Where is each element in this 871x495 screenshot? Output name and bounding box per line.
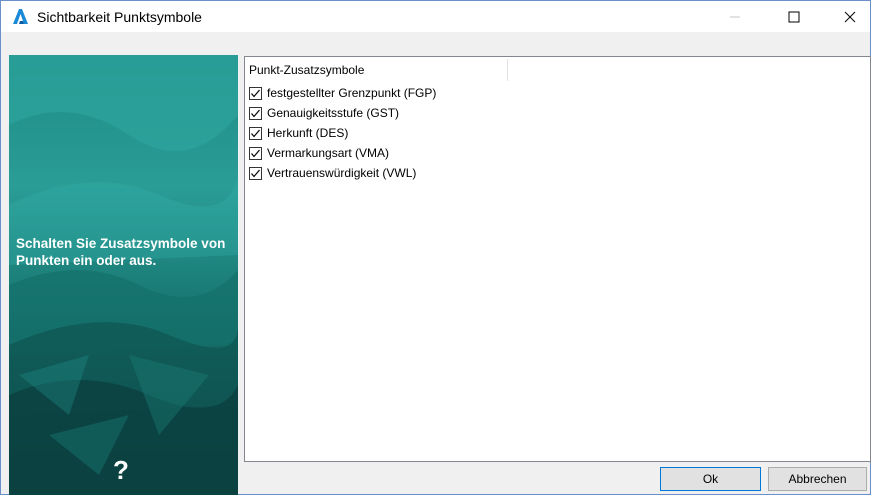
symbol-list: Punkt-Zusatzsymbole festgestellter Grenz… xyxy=(244,56,871,462)
checkbox-fgp[interactable] xyxy=(249,86,262,100)
checkmark-icon xyxy=(251,89,260,97)
minimize-button[interactable] xyxy=(712,1,758,32)
checkbox-vwl[interactable] xyxy=(249,166,262,180)
list-item[interactable]: Genauigkeitsstufe (GST) xyxy=(249,103,399,123)
side-description: Schalten Sie Zusatzsymbole von Punkten e… xyxy=(16,236,226,268)
dialog-content: Schalten Sie Zusatzsymbole von Punkten e… xyxy=(1,32,871,495)
list-item-label: Genauigkeitsstufe (GST) xyxy=(267,106,400,120)
list-item-label: Vertrauenswürdigkeit (VWL) xyxy=(267,166,417,180)
close-icon xyxy=(844,11,856,22)
checkmark-icon xyxy=(251,129,260,137)
ok-button[interactable]: Ok xyxy=(660,467,761,491)
list-item-label: Vermarkungsart (VMA) xyxy=(267,146,390,160)
column-divider[interactable] xyxy=(507,59,508,81)
maximize-button[interactable] xyxy=(771,1,817,32)
list-item[interactable]: festgestellter Grenzpunkt (FGP) xyxy=(249,83,436,103)
list-item[interactable]: Vermarkungsart (VMA) xyxy=(249,143,389,163)
checkmark-icon xyxy=(251,149,260,157)
close-button[interactable] xyxy=(827,1,871,32)
checkbox-vma[interactable] xyxy=(249,146,262,160)
checkbox-gst[interactable] xyxy=(249,106,262,120)
list-item[interactable]: Vertrauenswürdigkeit (VWL) xyxy=(249,163,416,183)
landscape-image xyxy=(9,55,238,495)
app-logo-icon xyxy=(11,8,29,26)
window-title: Sichtbarkeit Punktsymbole xyxy=(37,9,202,25)
dialog-window: Sichtbarkeit Punktsymbole Schalten Sie Z… xyxy=(0,0,871,495)
side-banner: Schalten Sie Zusatzsymbole von Punkten e… xyxy=(9,55,238,495)
help-icon[interactable]: ? xyxy=(113,455,129,486)
list-item-label: festgestellter Grenzpunkt (FGP) xyxy=(267,86,437,100)
checkbox-des[interactable] xyxy=(249,126,262,140)
list-item[interactable]: Herkunft (DES) xyxy=(249,123,348,143)
checkmark-icon xyxy=(251,109,260,117)
title-bar[interactable]: Sichtbarkeit Punktsymbole xyxy=(1,1,870,32)
minimize-icon xyxy=(730,16,740,17)
checkmark-icon xyxy=(251,169,260,177)
column-header[interactable]: Punkt-Zusatzsymbole xyxy=(249,63,364,81)
list-item-label: Herkunft (DES) xyxy=(267,126,349,140)
cancel-button[interactable]: Abbrechen xyxy=(768,467,867,491)
maximize-icon xyxy=(788,11,800,22)
